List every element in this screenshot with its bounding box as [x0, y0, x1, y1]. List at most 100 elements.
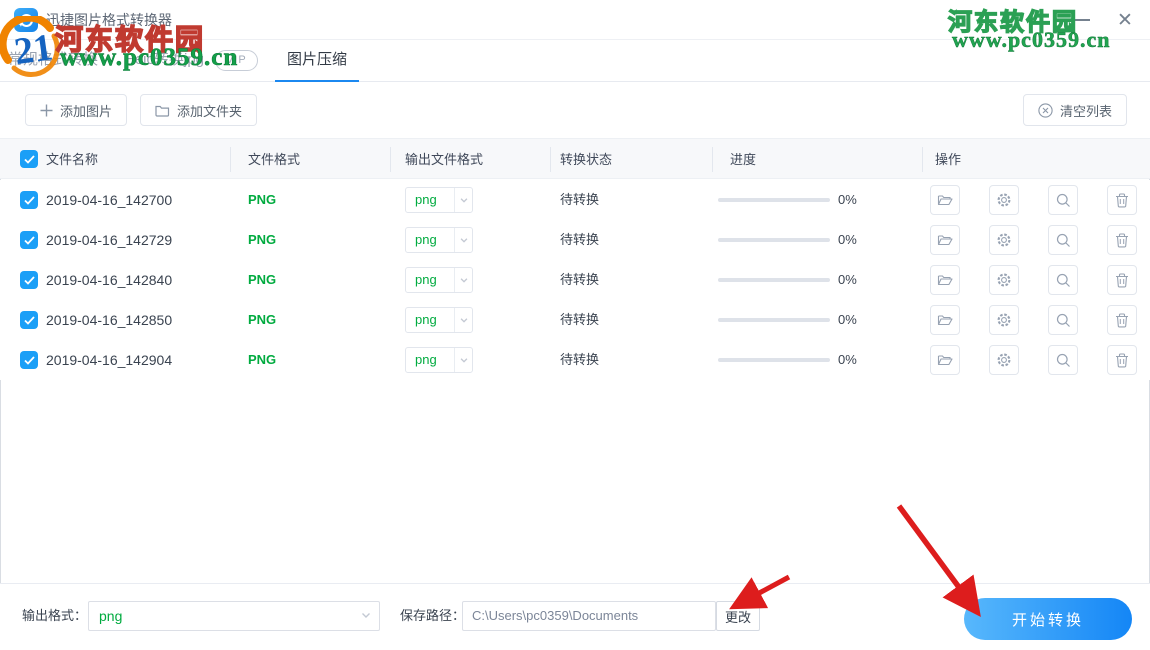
clear-list-button[interactable]: 清空列表	[1023, 94, 1128, 126]
file-format: PNG	[248, 352, 277, 367]
trash-icon	[1116, 232, 1128, 247]
preview-button[interactable]	[1048, 265, 1078, 295]
file-name: 2019-04-16_142840	[46, 272, 173, 288]
row-checkbox[interactable]	[20, 191, 38, 209]
progress-bar	[718, 318, 830, 322]
output-format-dropdown[interactable]: png	[405, 227, 473, 253]
tab-bar: 常规格式转换 Heic转换jpg VIP 图片压缩	[0, 40, 1150, 82]
row-checkbox[interactable]	[20, 231, 38, 249]
preview-button[interactable]	[1048, 305, 1078, 335]
output-format-value: png	[415, 272, 437, 287]
magnifier-icon	[1056, 273, 1070, 287]
table-row: 2019-04-16_142840 PNG png 待转换 0%	[0, 260, 1150, 300]
settings-button[interactable]	[989, 265, 1019, 295]
check-icon	[23, 275, 35, 285]
output-format-select[interactable]: png	[88, 601, 380, 631]
progress-bar	[718, 278, 830, 282]
toolbar: 添加图片 添加文件夹 清空列表	[0, 82, 1150, 138]
magnifier-icon	[1056, 353, 1070, 367]
row-checkbox[interactable]	[20, 351, 38, 369]
change-path-button[interactable]: 更改	[716, 601, 760, 631]
check-icon	[23, 195, 35, 205]
open-folder-button[interactable]	[930, 185, 960, 215]
open-folder-button[interactable]	[930, 305, 960, 335]
output-format-dropdown[interactable]: png	[405, 187, 473, 213]
save-path-label: 保存路径：	[400, 608, 466, 623]
header-file-name: 文件名称	[46, 152, 99, 167]
output-format-value: png	[415, 192, 437, 207]
file-format: PNG	[248, 232, 277, 247]
gear-icon	[997, 313, 1011, 327]
output-format-dropdown[interactable]: png	[405, 307, 473, 333]
file-format: PNG	[248, 312, 277, 327]
delete-button[interactable]	[1107, 225, 1137, 255]
clear-circle-x-icon	[1038, 102, 1053, 118]
start-convert-button[interactable]: 开始转换	[964, 598, 1132, 640]
vip-badge: VIP	[215, 50, 258, 71]
header-output-format: 输出文件格式	[405, 152, 484, 167]
open-folder-button[interactable]	[930, 345, 960, 375]
preview-button[interactable]	[1048, 345, 1078, 375]
select-all-checkbox[interactable]	[20, 150, 38, 168]
add-image-button[interactable]: 添加图片	[25, 94, 128, 126]
open-folder-icon	[937, 315, 953, 326]
conversion-status: 待转换	[560, 272, 600, 287]
open-folder-button[interactable]	[930, 265, 960, 295]
save-path-field[interactable]: C:\Users\pc0359\Documents	[462, 601, 716, 631]
check-icon	[23, 235, 35, 245]
open-folder-icon	[937, 275, 953, 286]
tab-image-compress[interactable]: 图片压缩	[275, 40, 359, 82]
magnifier-icon	[1056, 313, 1070, 327]
output-format-value: png	[415, 312, 437, 327]
minimize-icon	[1074, 19, 1090, 21]
row-checkbox[interactable]	[20, 311, 38, 329]
settings-button[interactable]	[989, 225, 1019, 255]
add-folder-button[interactable]: 添加文件夹	[140, 94, 258, 126]
open-folder-icon	[937, 235, 953, 246]
delete-button[interactable]	[1107, 305, 1137, 335]
delete-button[interactable]	[1107, 345, 1137, 375]
add-folder-label: 添加文件夹	[177, 103, 243, 119]
preview-button[interactable]	[1048, 185, 1078, 215]
settings-button[interactable]	[989, 345, 1019, 375]
add-image-label: 添加图片	[60, 103, 113, 119]
table-row: 2019-04-16_142729 PNG png 待转换 0%	[0, 220, 1150, 260]
progress-percent: 0%	[838, 352, 857, 367]
chevron-down-icon	[454, 228, 472, 252]
file-name: 2019-04-16_142904	[46, 352, 173, 368]
output-format-value: png	[415, 352, 437, 367]
header-progress: 进度	[730, 152, 757, 167]
trash-icon	[1116, 312, 1128, 327]
close-button[interactable]: ✕	[1109, 5, 1141, 35]
output-format-dropdown[interactable]: png	[405, 267, 473, 293]
minimize-button[interactable]	[1066, 5, 1098, 35]
output-format-value: png	[99, 608, 123, 624]
table-row: 2019-04-16_142904 PNG png 待转换 0%	[0, 340, 1150, 380]
file-format: PNG	[248, 272, 277, 287]
file-name: 2019-04-16_142700	[46, 192, 173, 208]
output-format-label: 输出格式：	[22, 608, 88, 623]
chevron-down-icon	[362, 613, 370, 618]
trash-icon	[1116, 272, 1128, 287]
output-format-dropdown[interactable]: png	[405, 347, 473, 373]
open-folder-button[interactable]	[930, 225, 960, 255]
close-icon: ✕	[1117, 9, 1133, 31]
delete-button[interactable]	[1107, 265, 1137, 295]
settings-button[interactable]	[989, 185, 1019, 215]
settings-button[interactable]	[989, 305, 1019, 335]
header-file-format: 文件格式	[248, 152, 301, 167]
preview-button[interactable]	[1048, 225, 1078, 255]
progress-percent: 0%	[838, 192, 857, 207]
tab-normal-format-convert[interactable]: 常规格式转换	[8, 40, 98, 82]
delete-button[interactable]	[1107, 185, 1137, 215]
magnifier-icon	[1056, 193, 1070, 207]
gear-icon	[997, 193, 1011, 207]
conversion-status: 待转换	[560, 312, 600, 327]
app-logo-icon: ✦	[14, 8, 38, 32]
row-checkbox[interactable]	[20, 271, 38, 289]
table-row: 2019-04-16_142850 PNG png 待转换 0%	[0, 300, 1150, 340]
progress-percent: 0%	[838, 312, 857, 327]
check-icon	[23, 315, 35, 325]
file-format: PNG	[248, 192, 277, 207]
tab-heic-to-jpg[interactable]: Heic转换jpg	[124, 40, 204, 82]
